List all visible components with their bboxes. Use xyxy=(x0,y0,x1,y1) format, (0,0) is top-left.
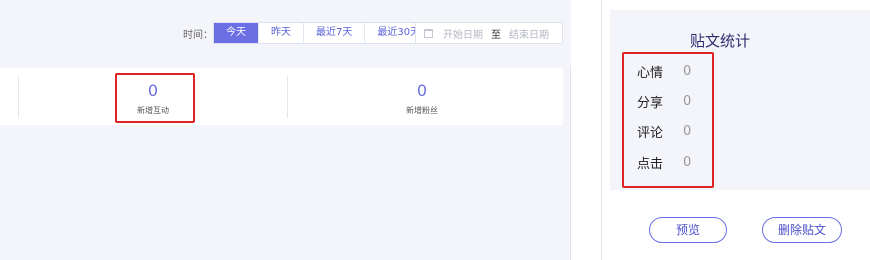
delete-post-button[interactable]: 删除贴文 xyxy=(762,217,842,243)
time-option-today[interactable]: 今天 xyxy=(214,23,259,43)
stat-label: 新增粉丝 xyxy=(406,106,438,115)
time-label: 时间： xyxy=(183,30,213,41)
calendar-icon xyxy=(424,28,433,38)
time-option-yesterday[interactable]: 昨天 xyxy=(259,23,304,43)
stat-divider xyxy=(18,76,19,118)
highlight-box xyxy=(115,73,195,123)
post-stats-title: 贴文统计 xyxy=(690,32,751,50)
start-date-input[interactable]: 开始日期 xyxy=(443,26,483,41)
stat-new-followers: 0 新增粉丝 xyxy=(379,68,465,125)
time-option-last-7-days[interactable]: 最近7天 xyxy=(304,23,366,43)
end-date-input[interactable]: 结束日期 xyxy=(509,26,549,41)
preview-button[interactable]: 预览 xyxy=(649,217,727,243)
stats-summary: 0 新增互动 0 新增粉丝 xyxy=(0,68,563,125)
filter-toolbar: 时间： 今天 昨天 最近7天 最近30天 开始日期 至 结束日期 xyxy=(0,0,571,66)
stat-divider xyxy=(287,76,288,118)
stat-value: 0 xyxy=(416,81,428,100)
date-range-picker[interactable]: 开始日期 至 结束日期 xyxy=(415,22,563,44)
time-range-selector: 今天 昨天 最近7天 最近30天 xyxy=(213,22,434,44)
analytics-panel: 时间： 今天 昨天 最近7天 最近30天 开始日期 至 结束日期 0 新增互动 … xyxy=(0,0,571,260)
date-separator: 至 xyxy=(491,29,501,41)
highlight-box xyxy=(622,52,714,188)
